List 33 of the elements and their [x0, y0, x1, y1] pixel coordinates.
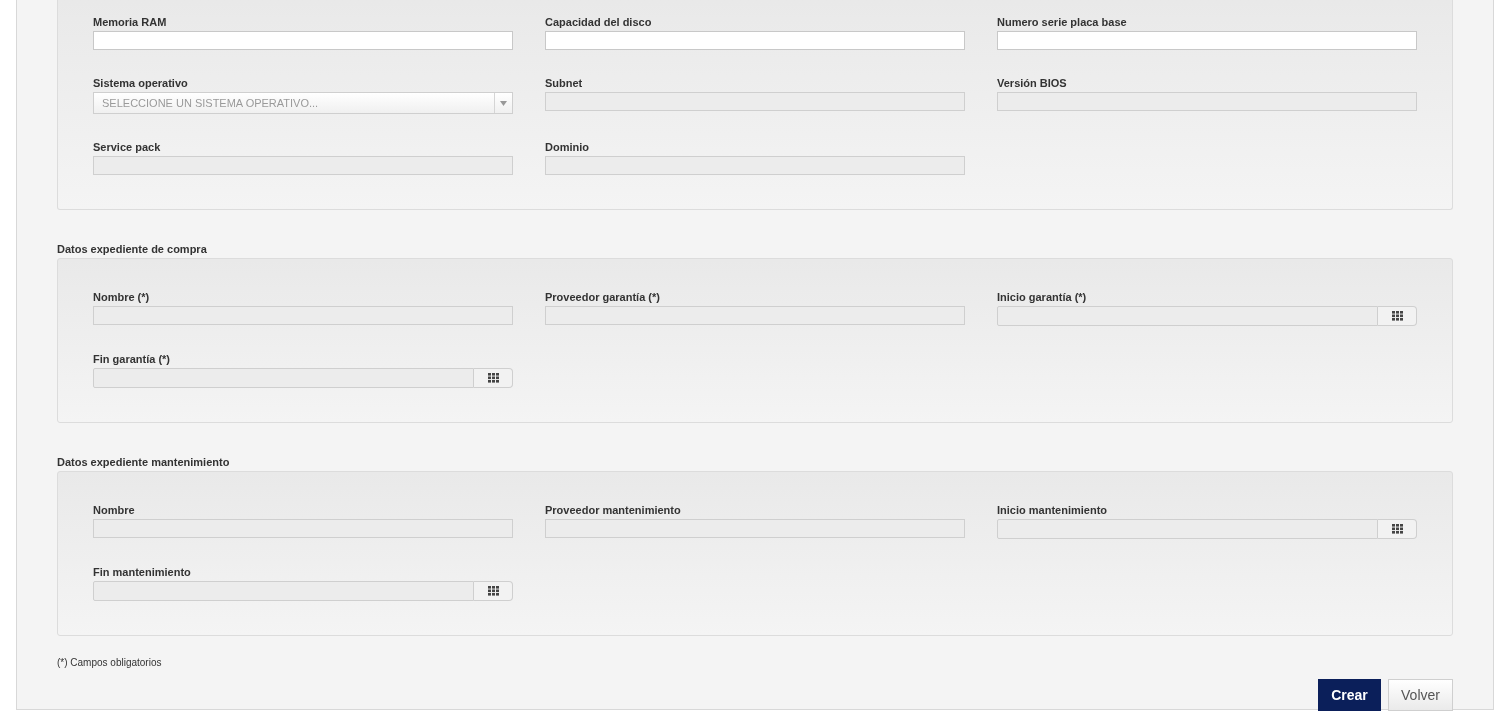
field-label: Capacidad del disco [545, 15, 653, 29]
field-label: Proveedor garantía (*) [545, 290, 661, 304]
grid-icon [1391, 524, 1403, 534]
field-label: Versión BIOS [997, 76, 1068, 90]
field-label: Inicio garantía (*) [997, 290, 1088, 304]
input-field[interactable] [545, 31, 965, 50]
input-field[interactable] [93, 31, 513, 50]
create-button[interactable]: Crear [1318, 679, 1381, 711]
back-button[interactable]: Volver [1388, 679, 1453, 711]
grid-icon [487, 373, 499, 383]
section-title: Datos expediente de compra [57, 242, 208, 256]
caret-icon [500, 100, 507, 106]
field-label: Sistema operativo [93, 76, 189, 90]
field-label: Memoria RAM [93, 15, 168, 29]
grid-icon [487, 586, 499, 596]
field-label: Nombre (*) [93, 290, 151, 304]
calendar-button[interactable] [474, 581, 513, 601]
field-label: Nombre [93, 503, 136, 517]
field-label: Fin garantía (*) [93, 352, 171, 366]
field-label: Numero serie placa base [997, 15, 1128, 29]
section-title: Datos expediente mantenimiento [57, 455, 231, 469]
calendar-button[interactable] [1378, 306, 1417, 326]
calendar-button[interactable] [474, 368, 513, 388]
input-field[interactable] [997, 31, 1417, 50]
field-label: Dominio [545, 140, 590, 154]
calendar-button[interactable] [1378, 519, 1417, 539]
field-label: Service pack [93, 140, 162, 154]
field-label: Proveedor mantenimiento [545, 503, 682, 517]
field-label: Subnet [545, 76, 584, 90]
field-label: Fin mantenimiento [93, 565, 192, 579]
required-note: (*) Campos obligatorios [57, 657, 163, 669]
grid-icon [1391, 311, 1403, 321]
field-label: Inicio mantenimiento [997, 503, 1108, 517]
